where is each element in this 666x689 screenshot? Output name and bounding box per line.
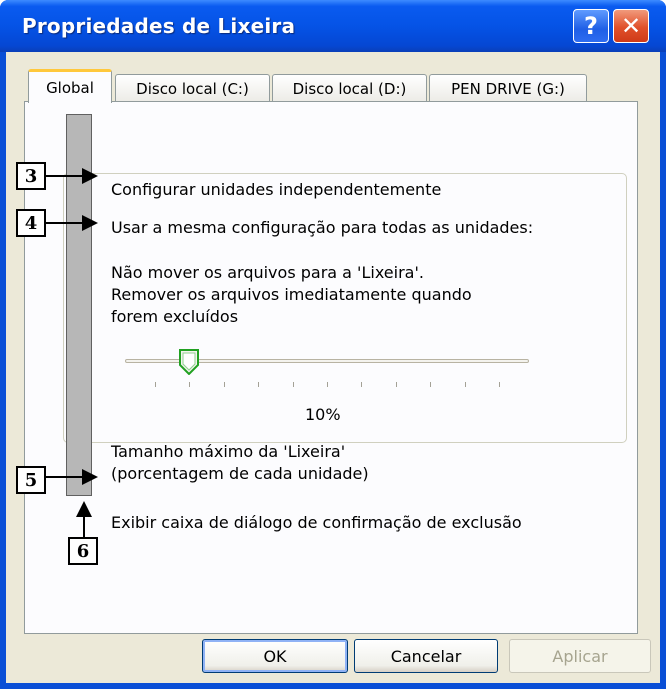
max-size-label: Tamanho máximo da 'Lixeira' (porcentagem… — [111, 441, 369, 485]
callout-4: 4 — [16, 209, 46, 237]
callout-3: 3 — [16, 162, 46, 190]
max-size-line-1: Tamanho máximo da 'Lixeira' — [111, 442, 346, 461]
close-icon: ✕ — [620, 12, 642, 40]
slider-tick — [499, 382, 500, 387]
slider-tick — [430, 382, 432, 387]
callout-6: 6 — [68, 537, 98, 565]
slider-tick — [258, 382, 260, 387]
slider-tick — [327, 382, 328, 387]
do-not-move-checkbox-label[interactable]: Não mover os arquivos para a 'Lixeira'. … — [111, 262, 472, 328]
slider-tick — [292, 382, 294, 387]
max-size-slider[interactable] — [125, 349, 529, 395]
do-not-move-line-2: Remover os arquivos imediatamente quando — [111, 285, 472, 304]
callout-5: 5 — [16, 466, 46, 494]
slider-percent-value: 10% — [305, 405, 341, 424]
slider-thumb-icon[interactable] — [178, 349, 200, 376]
tab-disco-local-d[interactable]: Disco local (D:) — [272, 74, 427, 102]
recycle-bin-properties-window: Propriedades de Lixeira ? ✕ Global Disco… — [0, 0, 666, 689]
slider-tick — [395, 382, 397, 387]
help-button[interactable]: ? — [573, 9, 609, 43]
max-size-line-2: (porcentagem de cada unidade) — [111, 464, 369, 483]
do-not-move-line-3: forem excluídos — [111, 307, 239, 326]
help-icon: ? — [584, 12, 598, 40]
confirm-dialog-checkbox-label[interactable]: Exibir caixa de diálogo de confirmação d… — [111, 513, 522, 532]
slider-tick — [189, 382, 191, 387]
slider-tick — [361, 382, 363, 387]
slider-tick — [464, 382, 466, 387]
use-same-config-option[interactable]: Usar a mesma configuração para todas as … — [111, 218, 538, 237]
tab-panel-global: Configurar unidades independentemente Us… — [24, 101, 638, 634]
dialog-client-area: Global Disco local (C:) Disco local (D:)… — [6, 52, 660, 683]
tab-global[interactable]: Global — [28, 69, 112, 103]
tab-disco-local-c[interactable]: Disco local (C:) — [115, 74, 270, 102]
annotation-cover-bar — [66, 114, 92, 496]
tab-pen-drive-g[interactable]: PEN DRIVE (G:) — [429, 74, 587, 102]
apply-button[interactable]: Aplicar — [509, 639, 651, 673]
tab-strip: Global Disco local (C:) Disco local (D:)… — [6, 52, 660, 103]
cancel-button[interactable]: Cancelar — [354, 639, 498, 673]
configure-independently-option[interactable]: Configurar unidades independentemente — [111, 180, 441, 199]
slider-tick — [223, 382, 225, 387]
title-bar[interactable]: Propriedades de Lixeira ? ✕ — [0, 0, 666, 52]
ok-button[interactable]: OK — [202, 639, 348, 673]
window-title: Propriedades de Lixeira — [22, 14, 296, 38]
do-not-move-line-1: Não mover os arquivos para a 'Lixeira'. — [111, 263, 424, 282]
slider-tick — [155, 382, 156, 387]
close-button[interactable]: ✕ — [613, 9, 649, 43]
